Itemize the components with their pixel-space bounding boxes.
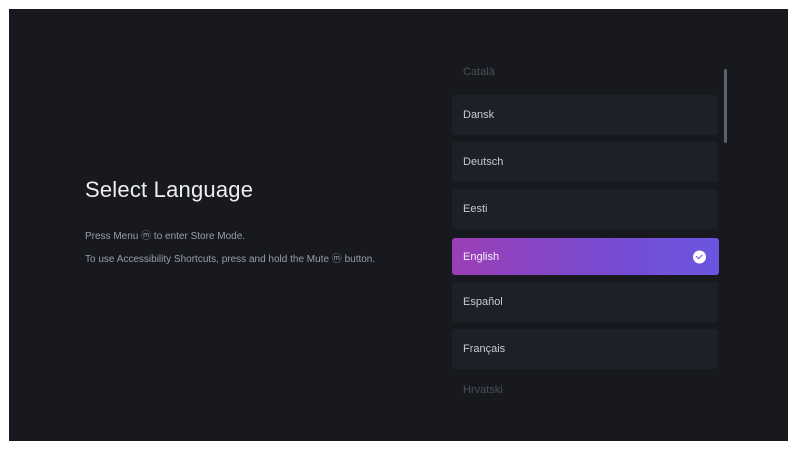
info-panel: Select Language Press Menu ⓜ to enter St…: [85, 177, 425, 275]
language-label: Français: [463, 343, 506, 355]
language-item[interactable]: Français: [452, 329, 718, 369]
checkmark-icon: [693, 250, 706, 263]
language-label: English: [463, 250, 500, 263]
tv-screen: Select Language Press Menu ⓜ to enter St…: [9, 9, 788, 441]
store-mode-hint: Press Menu ⓜ to enter Store Mode.: [85, 231, 246, 242]
accessibility-hint: To use Accessibility Shortcuts, press an…: [85, 254, 376, 265]
language-item[interactable]: Dansk: [452, 95, 718, 135]
language-label: Dansk: [463, 109, 495, 121]
language-label: Deutsch: [463, 156, 504, 168]
language-list[interactable]: Català Dansk Deutsch Eesti English Españ…: [452, 57, 720, 396]
language-item-selected[interactable]: English: [452, 238, 719, 275]
scrollbar[interactable]: [724, 69, 727, 143]
language-item[interactable]: Español: [452, 282, 718, 322]
language-label: Català: [463, 66, 495, 78]
language-item[interactable]: Eesti: [452, 189, 718, 229]
language-item[interactable]: Deutsch: [452, 142, 718, 182]
language-label: Hrvatski: [463, 384, 503, 396]
language-item[interactable]: Hrvatski: [452, 377, 718, 403]
language-item[interactable]: Català: [452, 57, 718, 87]
language-label: Español: [463, 296, 503, 308]
page-title: Select Language: [85, 177, 254, 202]
language-label: Eesti: [463, 203, 488, 215]
